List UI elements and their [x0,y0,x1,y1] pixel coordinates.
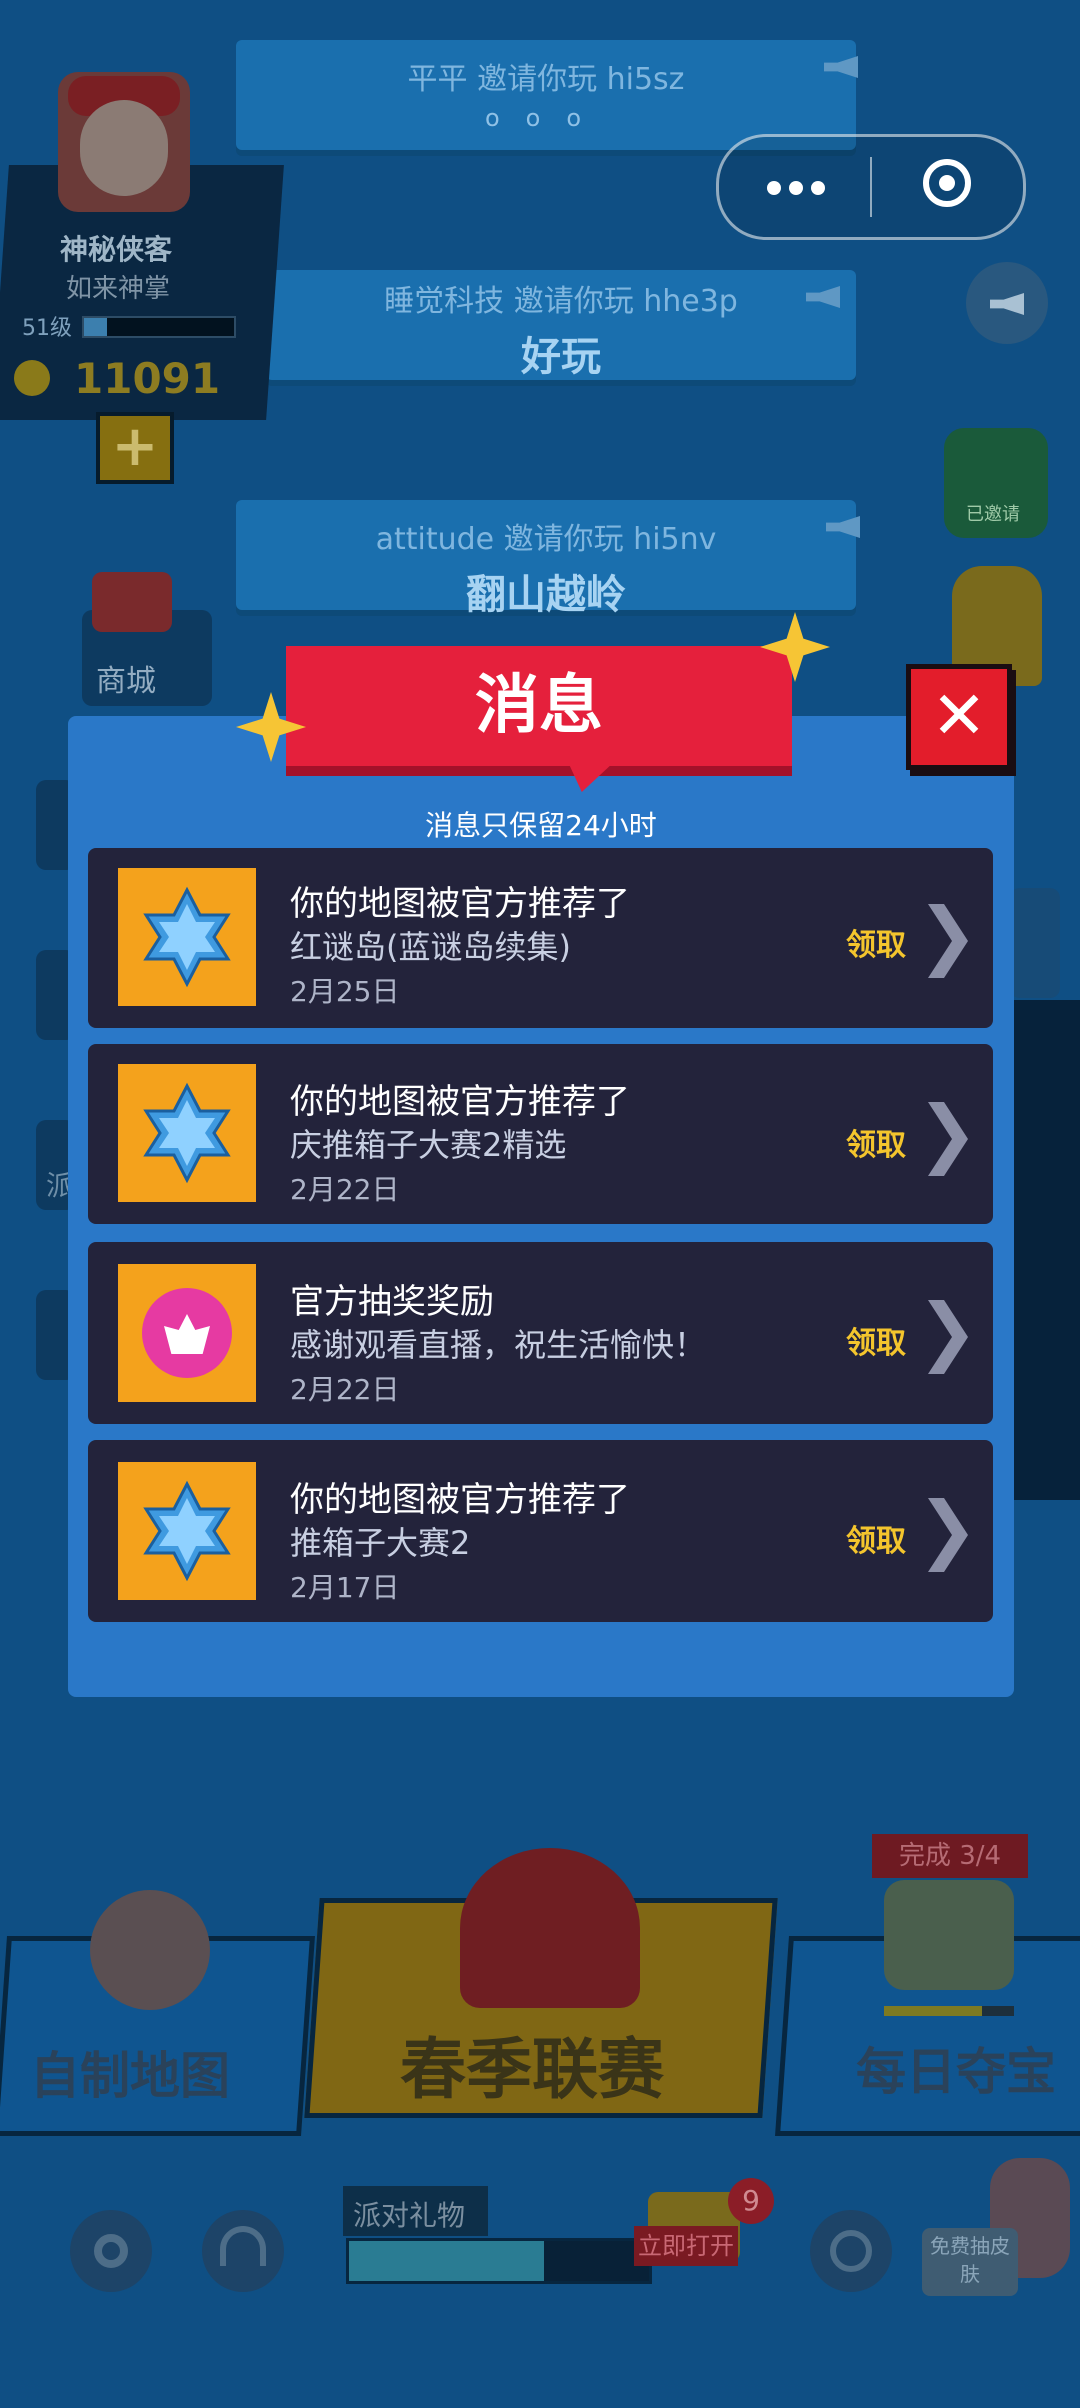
right-dark-panel [1010,1000,1080,1500]
level-progress-bar [82,316,236,338]
gear-icon [94,2234,128,2268]
party-gift-progress-fill [349,2241,544,2281]
message-thumbnail [118,1064,256,1202]
claim-button[interactable]: 领取 [846,1120,906,1164]
message-detail: 红谜岛(蓝谜岛续集) [290,928,571,966]
message-title: 官方抽奖奖励 [290,1282,494,1322]
blue-star-icon [143,1480,231,1582]
message-thumbnail [118,1462,256,1600]
gift-count-badge: 9 [728,2178,774,2224]
claim-button[interactable]: 领取 [846,920,906,964]
invite-text: 睡觉科技 邀请你玩 hhe3p [384,284,738,319]
blue-star-icon [143,886,231,988]
status-badge: 已邀请 [966,504,1020,525]
player-title: 如来神掌 [66,274,171,304]
treasure-progress-bar [884,2006,1014,2016]
player-level: 51级 [22,316,72,341]
miniprogram-capsule [716,134,1026,240]
message-title: 你的地图被官方推荐了 [290,884,630,924]
coin-icon [14,360,50,396]
shop-label: 商城 [96,664,156,699]
more-icon[interactable] [767,181,781,195]
player-name: 神秘侠客 [60,233,173,266]
dialog-subtitle: 消息只保留24小时 [425,809,657,842]
message-thumbnail [118,868,256,1006]
avatar[interactable] [58,72,190,212]
message-thumbnail [118,1264,256,1402]
message-item[interactable]: 你的地图被官方推荐了 庆推箱子大赛2精选 2月22日 领取 [88,1044,993,1224]
message-date: 2月22日 [290,1373,400,1406]
message-item[interactable]: 官方抽奖奖励 感谢观看直播，祝生活愉快！ 2月22日 领取 [88,1242,993,1424]
party-gift-label: 派对礼物 [353,2199,466,2232]
message-item[interactable]: 你的地图被官方推荐了 推箱子大赛2 2月17日 领取 [88,1440,993,1622]
spring-league-label: 春季联赛 [400,2031,664,2108]
close-button[interactable]: ✕ [906,664,1012,770]
headset-icon [220,2226,266,2266]
party-gift-progress [346,2238,652,2284]
open-now-button[interactable]: 立即打开 [634,2226,738,2266]
close-miniprogram-icon[interactable] [923,159,971,207]
claim-button[interactable]: 领取 [846,1318,906,1362]
message-date: 2月17日 [290,1571,400,1604]
treasure-chest-icon [884,1880,1014,1990]
progress-badge: 完成 3/4 [872,1834,1028,1878]
right-side-tab[interactable] [1010,888,1060,998]
chevron-right-icon[interactable] [928,1498,968,1572]
message-date: 2月25日 [290,975,400,1008]
chevron-right-icon[interactable] [928,1102,968,1176]
party-gift-title: 派对礼物 [343,2186,488,2236]
invite-text: 平平 邀请你玩 hi5sz [407,62,685,97]
message-detail: 推箱子大赛2 [290,1524,471,1562]
message-item[interactable]: 你的地图被官方推荐了 红谜岛(蓝谜岛续集) 2月25日 领取 [88,848,993,1028]
level-progress-fill [84,318,107,336]
spring-league-mascot [460,1848,640,2008]
free-skin-button[interactable]: 免费抽皮肤 [922,2228,1018,2296]
pager-dots: ooo [484,104,608,132]
chevron-right-icon[interactable] [928,1300,968,1374]
daily-treasure-label: 每日夺宝 [856,2043,1056,2101]
blue-star-icon [143,1082,231,1184]
chevron-right-icon[interactable] [928,904,968,978]
invite-card[interactable]: attitude 邀请你玩 hi5nv 翻山越岭 [236,500,860,618]
message-title: 你的地图被官方推荐了 [290,1480,630,1520]
invite-card[interactable]: 睡觉科技 邀请你玩 hhe3p 好玩 [266,270,856,380]
add-coins-button[interactable]: + [96,412,174,484]
claim-button[interactable]: 领取 [846,1516,906,1560]
custom-map-label: 自制地图 [30,2047,230,2105]
invite-message: 好玩 [521,334,601,380]
message-title: 你的地图被官方推荐了 [290,1082,630,1122]
message-date: 2月22日 [290,1173,400,1206]
invite-message: 翻山越岭 [466,572,626,618]
plus-icon: + [111,414,159,480]
lotus-icon [142,1288,232,1378]
shop-icon [92,572,172,632]
invite-text: attitude 邀请你玩 hi5nv [375,522,717,557]
message-detail: 感谢观看直播，祝生活愉快！ [290,1326,707,1364]
chat-icon [830,2230,872,2272]
close-icon: ✕ [931,676,987,754]
custom-map-icon [90,1890,210,2010]
message-detail: 庆推箱子大赛2精选 [290,1126,567,1164]
dialog-title: 消息 [475,669,603,743]
coin-count: 11091 [74,354,221,403]
